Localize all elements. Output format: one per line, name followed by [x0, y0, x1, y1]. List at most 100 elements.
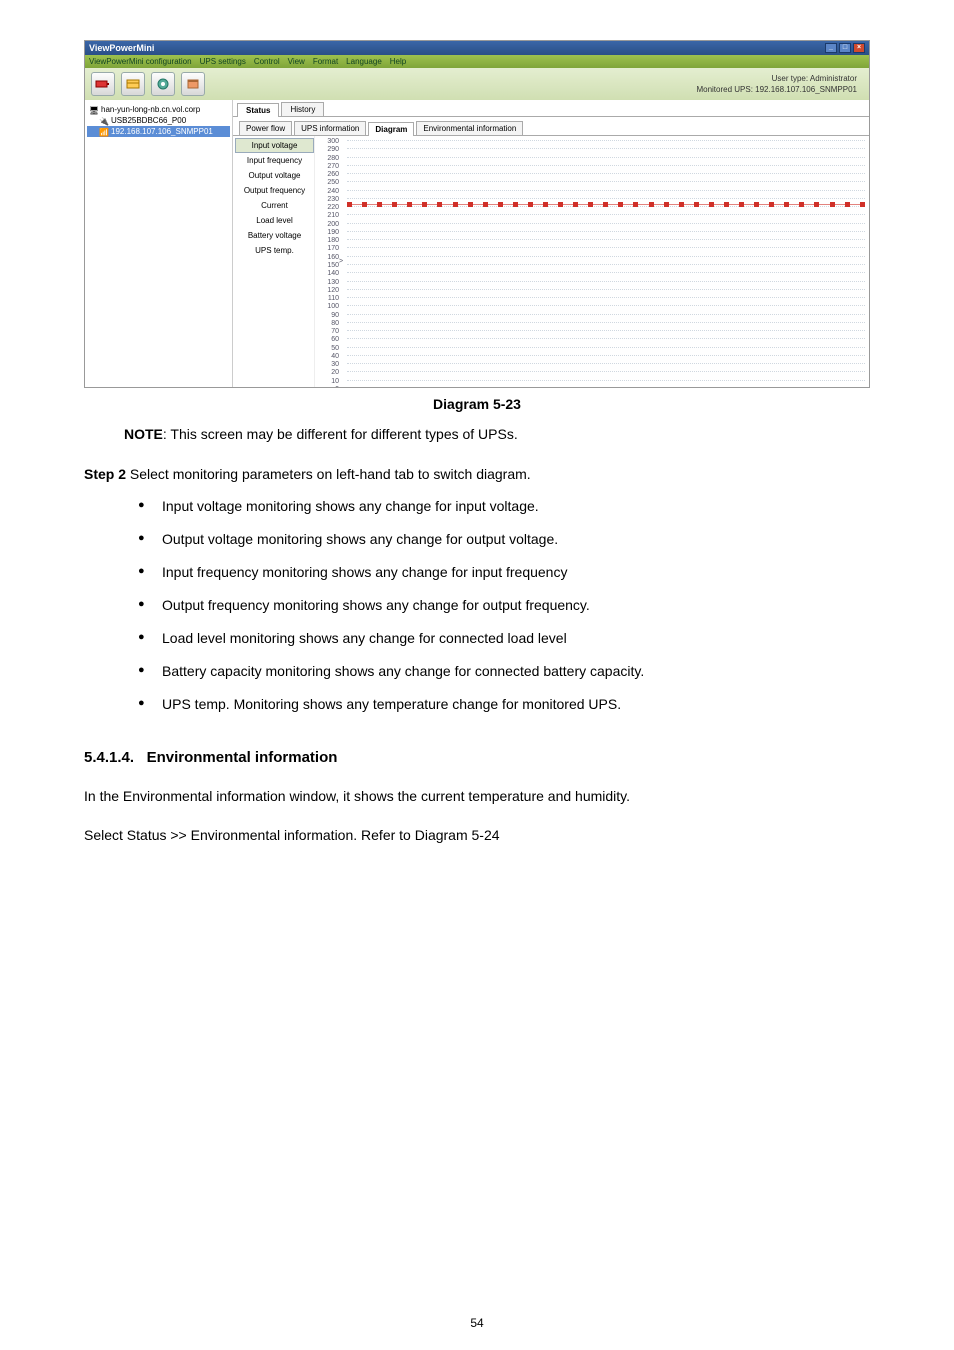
chart-point — [528, 202, 533, 207]
chart-point — [769, 202, 774, 207]
y-tick: 250 — [321, 179, 339, 186]
chart-point — [603, 202, 608, 207]
tab-status[interactable]: Status — [237, 103, 279, 117]
menu-item[interactable]: Control — [254, 57, 280, 66]
section-heading: 5.4.1.4. Environmental information — [84, 749, 870, 766]
list-item: Input voltage monitoring shows any chang… — [138, 496, 870, 517]
chart-point — [845, 202, 850, 207]
chart-point — [407, 202, 412, 207]
y-tick: 180 — [321, 237, 339, 244]
menubar: ViewPowerMini configuration UPS settings… — [85, 55, 869, 68]
usb-icon: 🔌 — [99, 117, 109, 125]
y-tick: 140 — [321, 270, 339, 277]
y-tick: 40 — [321, 353, 339, 360]
paragraph: Select Status >> Environmental informati… — [84, 825, 870, 846]
param-current[interactable]: Current — [235, 198, 314, 213]
tab-diagram[interactable]: Diagram — [368, 122, 414, 136]
chart-point — [543, 202, 548, 207]
tree-child[interactable]: 🔌USB25BDBC66_P00 — [87, 115, 230, 126]
y-tick: 70 — [321, 328, 339, 335]
menu-item[interactable]: Help — [390, 57, 406, 66]
y-tick: 90 — [321, 312, 339, 319]
param-output-freq[interactable]: Output frequency — [235, 183, 314, 198]
chart-point — [347, 202, 352, 207]
menu-item[interactable]: Language — [346, 57, 382, 66]
chart-point — [649, 202, 654, 207]
chart-point — [679, 202, 684, 207]
window-buttons: _ □ × — [825, 43, 865, 53]
list-item: Battery capacity monitoring shows any ch… — [138, 661, 870, 682]
y-tick: 80 — [321, 320, 339, 327]
device-tree: 🖥han-yun-long-nb.cn.vol.corp 🔌USB25BDBC6… — [85, 100, 233, 388]
titlebar: ViewPowerMini _ □ × — [85, 41, 869, 55]
y-tick: 210 — [321, 212, 339, 219]
tool-gear-icon[interactable] — [151, 72, 175, 96]
figure-caption: Diagram 5-23 — [84, 396, 870, 412]
chart-point — [799, 202, 804, 207]
y-tick: 270 — [321, 163, 339, 170]
y-tick: 230 — [321, 196, 339, 203]
param-input-freq[interactable]: Input frequency — [235, 153, 314, 168]
y-tick: 50 — [321, 345, 339, 352]
menu-item[interactable]: ViewPowerMini configuration — [89, 57, 192, 66]
chart-point — [498, 202, 503, 207]
chart-point — [377, 202, 382, 207]
step-text: Step 2 Select monitoring parameters on l… — [84, 466, 870, 482]
param-battery[interactable]: Battery voltage — [235, 228, 314, 243]
tab-env[interactable]: Environmental information — [416, 121, 523, 135]
chart-point — [633, 202, 638, 207]
tab-upsinfo[interactable]: UPS information — [294, 121, 366, 135]
minimize-icon[interactable]: _ — [825, 43, 837, 53]
y-tick: 160 — [321, 254, 339, 261]
tree-child-selected[interactable]: 📶192.168.107.106_SNMPP01 — [87, 126, 230, 137]
chart-point — [724, 202, 729, 207]
y-tick: 100 — [321, 303, 339, 310]
y-tick: 200 — [321, 221, 339, 228]
chart-point — [437, 202, 442, 207]
chart: 3002902802702602502402302202102001901801… — [315, 136, 869, 388]
list-item: Output frequency monitoring shows any ch… — [138, 595, 870, 616]
y-tick: 10 — [321, 378, 339, 385]
tab-powerflow[interactable]: Power flow — [239, 121, 292, 135]
menu-item[interactable]: UPS settings — [200, 57, 246, 66]
param-input-voltage[interactable]: Input voltage — [235, 138, 314, 153]
tree-root[interactable]: 🖥han-yun-long-nb.cn.vol.corp — [87, 104, 230, 115]
maximize-icon[interactable]: □ — [839, 43, 851, 53]
close-icon[interactable]: × — [853, 43, 865, 53]
chart-point — [709, 202, 714, 207]
param-load[interactable]: Load level — [235, 213, 314, 228]
chart-point — [468, 202, 473, 207]
menu-item[interactable]: Format — [313, 57, 338, 66]
chart-point — [830, 202, 835, 207]
chart-point — [784, 202, 789, 207]
param-temp[interactable]: UPS temp. — [235, 243, 314, 258]
chart-point — [362, 202, 367, 207]
chart-point — [588, 202, 593, 207]
chart-point — [664, 202, 669, 207]
chart-point — [422, 202, 427, 207]
list-item: Input frequency monitoring shows any cha… — [138, 562, 870, 583]
tool-schedule-icon[interactable] — [181, 72, 205, 96]
y-tick: 300 — [321, 138, 339, 145]
app-screenshot: ViewPowerMini _ □ × ViewPowerMini config… — [84, 40, 870, 388]
menu-item[interactable]: View — [288, 57, 305, 66]
y-tick: 290 — [321, 146, 339, 153]
tab-history[interactable]: History — [281, 102, 324, 116]
y-tick: 30 — [321, 361, 339, 368]
monitored-label: Monitored UPS: 192.168.107.106_SNMPP01 — [696, 84, 857, 95]
chart-point — [513, 202, 518, 207]
y-tick: 190 — [321, 229, 339, 236]
chart-point — [618, 202, 623, 207]
inner-tabs: Power flow UPS information Diagram Envir… — [233, 117, 869, 136]
user-type-label: User type: Administrator — [696, 73, 857, 84]
chart-point — [453, 202, 458, 207]
y-tick: 280 — [321, 155, 339, 162]
list-item: UPS temp. Monitoring shows any temperatu… — [138, 694, 870, 715]
list-item: Output voltage monitoring shows any chan… — [138, 529, 870, 550]
tool-event-icon[interactable] — [121, 72, 145, 96]
chart-point — [573, 202, 578, 207]
page-number: 54 — [0, 1316, 954, 1330]
tool-battery-icon[interactable] — [91, 72, 115, 96]
computer-icon: 🖥 — [89, 106, 99, 114]
param-output-voltage[interactable]: Output voltage — [235, 168, 314, 183]
